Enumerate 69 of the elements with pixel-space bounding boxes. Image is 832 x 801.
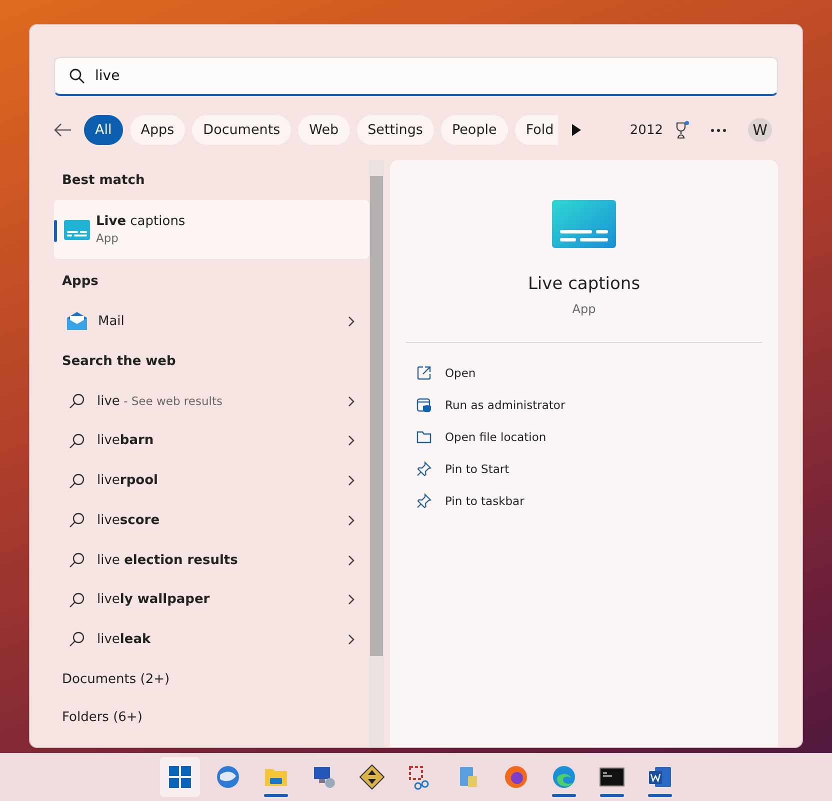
chevron-icon (348, 634, 355, 645)
chevron-icon (348, 435, 355, 446)
chevron-icon (348, 554, 355, 566)
action-item[interactable]: Open (416, 357, 778, 389)
pin-icon (416, 493, 432, 509)
search-icon (69, 592, 85, 608)
action-item[interactable]: Run as administrator (416, 389, 778, 421)
app-title: Live captions (528, 274, 640, 294)
filter-tab[interactable]: Web (298, 115, 350, 145)
web-result[interactable]: lively wallpaper (54, 580, 369, 620)
section-heading[interactable]: Folders (6+) (54, 709, 369, 747)
search-field[interactable]: live (54, 57, 778, 96)
action-item[interactable]: Pin to taskbar (416, 485, 778, 517)
search-icon (69, 512, 85, 528)
app-title: Live captions (96, 214, 186, 230)
scrollbar[interactable] (369, 160, 384, 747)
chevron-icon (348, 514, 355, 526)
web-result[interactable]: live - See web results (54, 381, 369, 422)
action-item[interactable]: Open file location (416, 421, 778, 453)
web-result[interactable]: liverpool (54, 460, 369, 500)
web-result[interactable]: liveleak (54, 620, 369, 660)
section-heading: Search the web (61, 353, 177, 372)
pin-icon (416, 461, 432, 477)
search-icon (69, 393, 85, 410)
section-heading: Apps (61, 272, 100, 291)
web-result[interactable]: livebarn (54, 421, 369, 461)
app-result[interactable]: Mail (54, 301, 369, 342)
mail-envelope-icon (66, 312, 88, 330)
start-button[interactable] (160, 757, 200, 797)
arrows-diamond-icon (359, 764, 385, 790)
captions-app-icon (64, 220, 90, 240)
chevron-icon (348, 316, 355, 327)
search-icon (69, 68, 85, 84)
filter-tab[interactable]: Settings (356, 115, 434, 145)
filter-tab[interactable]: All (84, 115, 123, 145)
back-arrow-icon[interactable] (54, 123, 72, 137)
filter-tab[interactable]: People (440, 115, 508, 145)
windows-logo-icon (167, 764, 193, 790)
trophy-icon[interactable] (675, 121, 689, 139)
section-heading: Best match (61, 172, 146, 190)
app-type: App (96, 231, 120, 246)
best-match-item[interactable]: Live captions App (54, 200, 369, 259)
external-link-icon (416, 365, 432, 381)
filter-tab[interactable]: Fold (514, 115, 558, 145)
account-avatar[interactable]: W (748, 118, 772, 142)
search-query: live (95, 68, 121, 84)
action-item[interactable]: Pin to Start (416, 453, 778, 485)
search-icon (69, 552, 85, 568)
filter-tab[interactable]: Apps (130, 115, 186, 145)
web-result[interactable]: live election results (54, 540, 369, 580)
web-result[interactable]: livescore (54, 500, 369, 540)
chevron-icon (348, 475, 355, 486)
captions-app-icon (552, 200, 616, 248)
folder-icon (416, 429, 432, 445)
play-icon[interactable] (570, 123, 582, 137)
search-icon (69, 432, 85, 449)
section-heading[interactable]: Documents (2+) (54, 671, 369, 710)
search-icon (69, 472, 85, 489)
more-options-icon[interactable] (711, 128, 726, 132)
filter-tab[interactable]: Documents (192, 115, 292, 145)
chevron-icon (348, 396, 355, 407)
chevron-icon (348, 594, 355, 606)
shield-window-icon (416, 397, 432, 413)
app-type: App (572, 302, 596, 316)
search-icon (69, 631, 85, 648)
browser-wave-icon (551, 764, 577, 790)
rewards-points: 2012 (630, 122, 663, 138)
remote-desktop-icon (311, 764, 337, 790)
word-document-icon (647, 764, 673, 790)
